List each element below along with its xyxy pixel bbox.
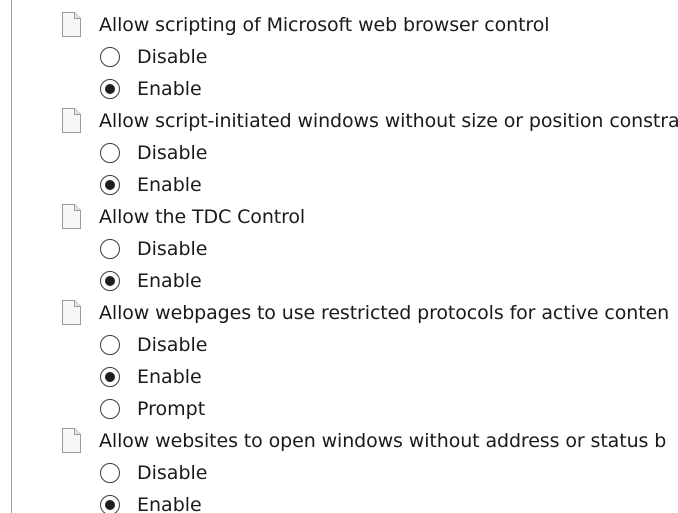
radio-button[interactable] — [100, 271, 120, 291]
document-icon — [62, 204, 81, 229]
radio-option[interactable]: Enable — [12, 363, 678, 395]
document-icon — [62, 428, 81, 453]
radio-option-label[interactable]: Disable — [137, 462, 207, 484]
radio-option[interactable]: Enable — [12, 75, 678, 107]
document-icon — [62, 108, 81, 133]
radio-button[interactable] — [100, 367, 120, 387]
security-settings-list: Allow scripting of Microsoft web browser… — [11, 0, 678, 513]
radio-button[interactable] — [100, 335, 120, 355]
radio-option[interactable]: Prompt — [12, 395, 678, 427]
setting-row: Allow webpages to use restricted protoco… — [12, 299, 678, 331]
radio-option-label[interactable]: Disable — [137, 46, 207, 68]
radio-option[interactable]: Enable — [12, 171, 678, 203]
radio-option[interactable]: Disable — [12, 235, 678, 267]
setting-row: Allow script-initiated windows without s… — [12, 107, 678, 139]
radio-button[interactable] — [100, 47, 120, 67]
setting-label: Allow the TDC Control — [99, 206, 306, 228]
setting-row: Allow the TDC Control — [12, 203, 678, 235]
radio-option[interactable]: Enable — [12, 491, 678, 513]
setting-label: Allow script-initiated windows without s… — [99, 110, 678, 132]
setting-row: Allow scripting of Microsoft web browser… — [12, 11, 678, 43]
radio-option-label[interactable]: Enable — [137, 78, 202, 100]
setting-label: Allow websites to open windows without a… — [99, 430, 667, 452]
radio-option-label[interactable]: Enable — [137, 366, 202, 388]
radio-option-label[interactable]: Enable — [137, 270, 202, 292]
radio-option-label[interactable]: Enable — [137, 174, 202, 196]
setting-label: Allow webpages to use restricted protoco… — [99, 302, 670, 324]
radio-button[interactable] — [100, 79, 120, 99]
radio-button[interactable] — [100, 239, 120, 259]
radio-option[interactable]: Disable — [12, 331, 678, 363]
radio-option-label[interactable]: Prompt — [137, 398, 205, 420]
radio-button[interactable] — [100, 175, 120, 195]
radio-button[interactable] — [100, 495, 120, 513]
radio-option[interactable]: Disable — [12, 139, 678, 171]
document-icon — [62, 300, 81, 325]
radio-option-label[interactable]: Disable — [137, 238, 207, 260]
radio-option[interactable]: Disable — [12, 459, 678, 491]
setting-label: Allow scripting of Microsoft web browser… — [99, 14, 550, 36]
radio-button[interactable] — [100, 463, 120, 483]
radio-option-label[interactable]: Enable — [137, 494, 202, 513]
radio-button[interactable] — [100, 143, 120, 163]
setting-row: Allow websites to open windows without a… — [12, 427, 678, 459]
settings-tree: Allow scripting of Microsoft web browser… — [12, 11, 678, 513]
radio-option[interactable]: Enable — [12, 267, 678, 299]
radio-option-label[interactable]: Disable — [137, 334, 207, 356]
radio-option-label[interactable]: Disable — [137, 142, 207, 164]
document-icon — [62, 12, 81, 37]
radio-option[interactable]: Disable — [12, 43, 678, 75]
radio-button[interactable] — [100, 399, 120, 419]
